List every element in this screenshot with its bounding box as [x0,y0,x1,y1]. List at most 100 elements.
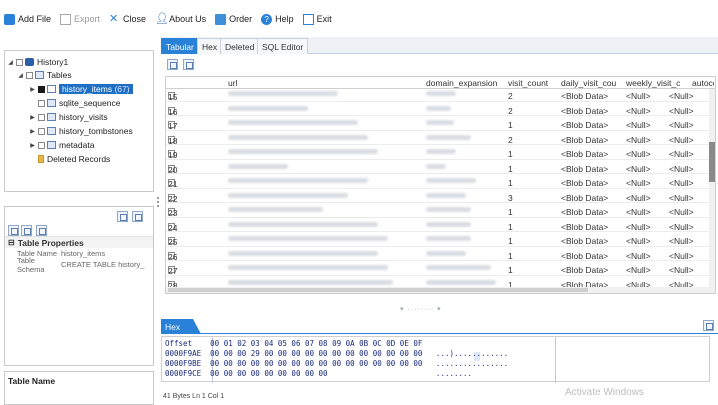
save-icon[interactable] [703,320,714,331]
autocomplete-cell[interactable]: <Null> [669,193,694,203]
column-header-weekly-visit-counts[interactable]: weekly_visit_c [626,78,692,88]
url-cell-obscured[interactable] [228,91,338,96]
autocomplete-cell[interactable]: <Null> [669,120,694,130]
domain-cell-obscured[interactable] [426,265,491,270]
tree-item-history-tombstones[interactable]: ▶ history_tombstones [29,125,133,137]
daily-visit-cell[interactable]: <Blob Data> [561,106,608,116]
column-header-autocomplete[interactable]: autocomp [692,78,714,88]
save-icon[interactable] [117,211,128,222]
daily-visit-cell[interactable]: <Blob Data> [561,135,608,145]
domain-cell-obscured[interactable] [426,207,471,212]
visit-count-cell[interactable]: 2 [508,106,513,116]
scroll-thumb[interactable] [709,142,715,182]
tab-deleted[interactable]: Deleted [220,38,260,54]
autocomplete-cell[interactable]: <Null> [669,251,694,261]
weekly-visit-cell[interactable]: <Null> [626,193,651,203]
column-header-visit-count[interactable]: visit_count [508,78,548,88]
add-file-button[interactable]: Add File [4,13,51,25]
horizontal-scrollbar[interactable] [166,287,715,293]
daily-visit-cell[interactable]: <Blob Data> [561,178,608,188]
autocomplete-cell[interactable]: <Null> [669,135,694,145]
weekly-visit-cell[interactable]: <Null> [626,149,651,159]
checkbox[interactable] [38,113,45,121]
property-pages-icon[interactable] [36,225,47,236]
autocomplete-cell[interactable]: <Null> [669,164,694,174]
visit-count-cell[interactable]: 1 [508,178,513,188]
tree-item-root[interactable]: ◢ History1 [7,56,68,68]
url-cell-obscured[interactable] [228,265,388,270]
weekly-visit-cell[interactable]: <Null> [626,91,651,101]
domain-cell-obscured[interactable] [426,149,456,154]
domain-cell-obscured[interactable] [426,192,466,198]
table-row[interactable]: 23 1 <Blob Data> <Null> <Null> [166,206,711,218]
weekly-visit-cell[interactable]: <Null> [626,178,651,188]
export-icon[interactable] [132,211,143,222]
table-row[interactable]: 26 1 <Blob Data> <Null> <Null> [166,250,711,262]
hex-row[interactable]: 0000F9CE 00 00 00 00 00 00 00 00 00 ....… [165,369,472,379]
table-row[interactable]: 17 1 <Blob Data> <Null> <Null> [166,119,711,131]
save-icon[interactable] [167,59,178,70]
url-cell-obscured[interactable] [228,105,308,111]
autocomplete-cell[interactable]: <Null> [669,236,694,246]
url-cell-obscured[interactable] [228,163,288,169]
checkbox[interactable] [38,85,45,93]
url-cell-obscured[interactable] [228,250,378,256]
visit-count-cell[interactable]: 1 [508,236,513,246]
domain-cell-obscured[interactable] [426,250,466,256]
daily-visit-cell[interactable]: <Blob Data> [561,149,608,159]
url-cell-obscured[interactable] [228,120,358,125]
weekly-visit-cell[interactable]: <Null> [626,265,651,275]
url-cell-obscured[interactable] [228,149,378,154]
table-row[interactable]: 27 1 <Blob Data> <Null> <Null> [166,264,711,276]
tab-sql-editor[interactable]: SQL Editor [257,38,309,54]
autocomplete-cell[interactable]: <Null> [669,178,694,188]
visit-count-cell[interactable]: 1 [508,207,513,217]
checkbox[interactable] [38,127,45,135]
visit-count-cell[interactable]: 1 [508,164,513,174]
vertical-scrollbar[interactable] [709,89,715,289]
expand-arrow-icon[interactable]: ▶ [29,128,36,135]
checkbox[interactable] [26,71,33,79]
tree-item-deleted-records[interactable]: Deleted Records [38,153,110,165]
autocomplete-cell[interactable]: <Null> [669,91,694,101]
autocomplete-cell[interactable]: <Null> [669,265,694,275]
visit-count-cell[interactable]: 1 [508,222,513,232]
daily-visit-cell[interactable]: <Blob Data> [561,120,608,130]
hex-row[interactable]: 0000F9AE 00 00 00 29 00 00 00 00 00 00 0… [165,349,508,359]
domain-cell-obscured[interactable] [426,105,451,111]
collapse-arrow-icon[interactable]: ◢ [17,72,24,79]
visit-count-cell[interactable]: 2 [508,91,513,101]
weekly-visit-cell[interactable]: <Null> [626,135,651,145]
domain-cell-obscured[interactable] [426,134,471,140]
domain-cell-obscured[interactable] [426,163,446,169]
close-button[interactable]: ✕ Close [109,13,146,25]
checkbox[interactable] [38,99,45,107]
hex-row[interactable]: 0000F9BE 00 00 00 00 00 00 00 00 00 00 0… [165,359,508,369]
table-row[interactable]: 18 2 <Blob Data> <Null> <Null> [166,134,711,146]
checkbox[interactable] [16,58,23,66]
url-cell-obscured[interactable] [228,192,348,198]
daily-visit-cell[interactable]: <Blob Data> [561,265,608,275]
expand-arrow-icon[interactable]: ▶ [29,114,36,121]
table-row[interactable]: 25 1 <Blob Data> <Null> <Null> [166,235,711,247]
tree-item-sqlite-sequence[interactable]: sqlite_sequence [38,97,120,109]
column-header-daily-visit-counts[interactable]: daily_visit_cou [561,78,625,88]
sort-category-icon[interactable] [8,225,19,236]
table-row[interactable]: 21 1 <Blob Data> <Null> <Null> [166,177,711,189]
url-cell-obscured[interactable] [228,236,388,241]
table-row[interactable]: 15 2 <Blob Data> <Null> <Null> [166,90,711,102]
daily-visit-cell[interactable]: <Blob Data> [561,164,608,174]
url-cell-obscured[interactable] [228,279,393,285]
table-row[interactable]: 16 2 <Blob Data> <Null> <Null> [166,105,711,117]
splitter-handle[interactable]: ▾ ········ ▾ [400,305,442,313]
collapse-icon[interactable]: ⊟ [8,238,15,247]
domain-cell-obscured[interactable] [426,178,476,183]
daily-visit-cell[interactable]: <Blob Data> [561,91,608,101]
expand-arrow-icon[interactable]: ▶ [29,86,36,93]
visit-count-cell[interactable]: 1 [508,265,513,275]
order-button[interactable]: Order [215,13,252,25]
table-row[interactable]: 24 1 <Blob Data> <Null> <Null> [166,221,711,233]
weekly-visit-cell[interactable]: <Null> [626,222,651,232]
collapse-arrow-icon[interactable]: ◢ [7,59,14,66]
tree-item-history-visits[interactable]: ▶ history_visits [29,111,107,123]
